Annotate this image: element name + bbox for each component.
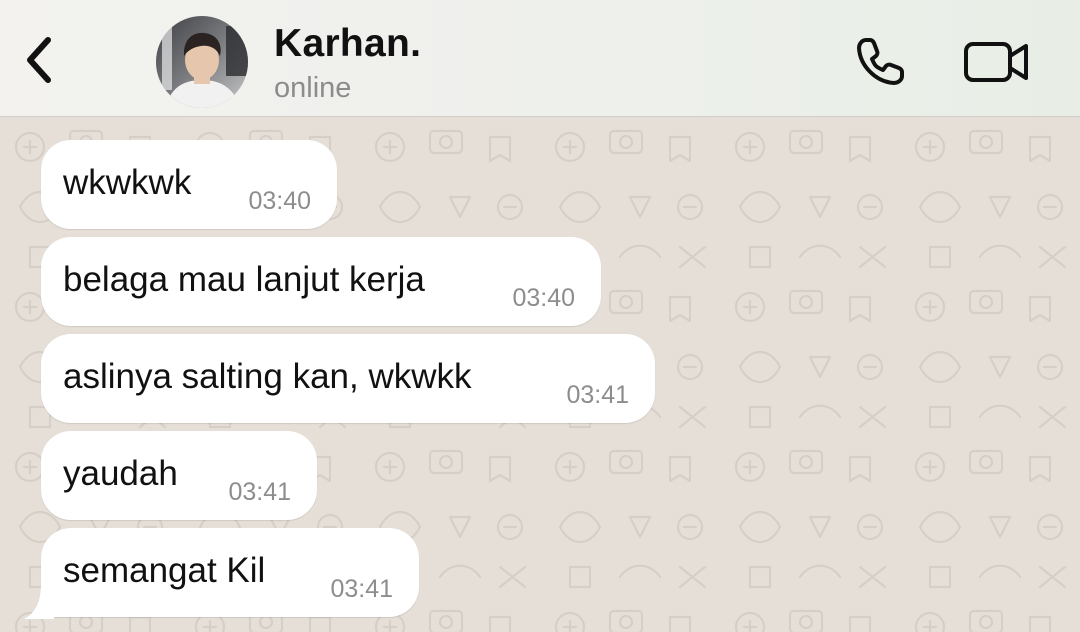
chat-area[interactable]: wkwkwk 03:40 belaga mau lanjut kerja 03:… [0, 117, 1080, 632]
message-bubble[interactable]: aslinya salting kan, wkwkk 03:41 [41, 334, 655, 423]
phone-icon [857, 38, 904, 85]
message-bubble[interactable]: wkwkwk 03:40 [41, 140, 337, 229]
contact-info[interactable]: Karhan. online [274, 20, 421, 106]
message-time: 03:41 [228, 478, 291, 506]
message-time: 03:40 [248, 187, 311, 215]
video-call-button[interactable] [958, 30, 1036, 94]
back-button[interactable] [12, 28, 68, 92]
video-camera-icon [964, 42, 1028, 82]
message-bubble[interactable]: semangat Kil 03:41 [41, 528, 419, 617]
chevron-left-icon [27, 37, 51, 83]
message-text: semangat Kil [63, 551, 266, 590]
message-text: wkwkwk [63, 163, 192, 202]
voice-call-button[interactable] [846, 30, 914, 94]
contact-name: Karhan. [274, 22, 422, 65]
message-bubble[interactable]: yaudah 03:41 [41, 431, 317, 520]
message-text: belaga mau lanjut kerja [63, 260, 425, 299]
avatar-photo [156, 16, 248, 108]
message-text: yaudah [63, 454, 178, 493]
contact-status: online [274, 72, 352, 104]
bubble-tail [24, 583, 54, 619]
chat-header: Karhan. online [0, 0, 1080, 117]
message-time: 03:41 [566, 381, 629, 409]
message-bubble[interactable]: belaga mau lanjut kerja 03:40 [41, 237, 601, 326]
avatar[interactable] [156, 16, 248, 108]
message-time: 03:40 [512, 284, 575, 312]
message-list: wkwkwk 03:40 belaga mau lanjut kerja 03:… [0, 117, 1080, 632]
message-text: aslinya salting kan, wkwkk [63, 357, 472, 396]
message-time: 03:41 [330, 575, 393, 603]
